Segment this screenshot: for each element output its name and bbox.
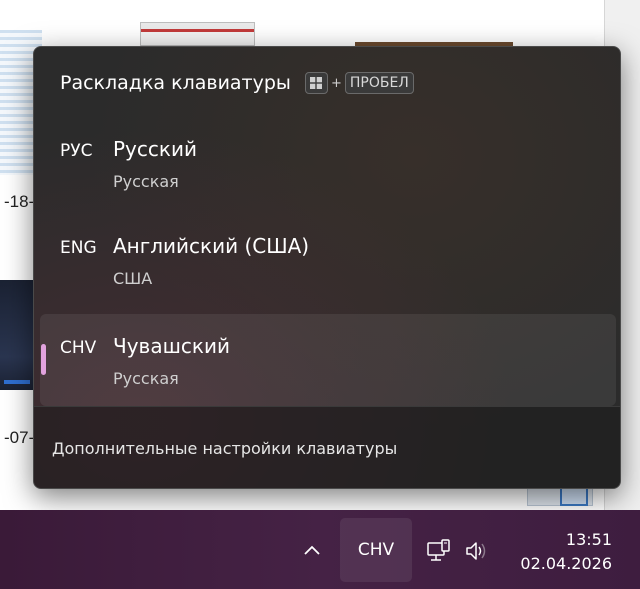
network-icon[interactable] — [424, 536, 454, 566]
layout-item-eng[interactable]: ENG Английский (США) США — [40, 214, 616, 306]
more-keyboard-settings-link[interactable]: Дополнительные настройки клавиатуры — [52, 439, 397, 458]
clock-time: 13:51 — [565, 530, 612, 549]
input-language-button[interactable]: CHV — [340, 518, 412, 582]
windows-key-icon — [304, 72, 328, 94]
layout-keyboard-name: Русская — [113, 172, 179, 191]
background-label: -18- — [4, 192, 35, 211]
layout-item-rus[interactable]: РУС Русский Русская — [40, 117, 616, 209]
selected-indicator — [41, 344, 46, 375]
layout-language-name: Чувашский — [113, 334, 230, 358]
input-language-label: CHV — [357, 540, 395, 560]
volume-icon[interactable] — [462, 536, 492, 566]
flyout-footer: Дополнительные настройки клавиатуры — [34, 406, 620, 488]
keyboard-layout-flyout: Раскладка клавиатуры + ПРОБЕЛ РУС Русски… — [33, 46, 621, 489]
layout-language-name: Английский (США) — [113, 234, 310, 258]
layout-code: CHV — [60, 338, 97, 358]
thumbnail-webpage — [140, 22, 255, 46]
layout-keyboard-name: США — [113, 269, 153, 288]
flyout-header: Раскладка клавиатуры + ПРОБЕЛ — [60, 69, 414, 97]
layout-code: ENG — [60, 238, 97, 258]
clock[interactable]: 13:51 02.04.2026 — [520, 528, 612, 576]
clock-date: 02.04.2026 — [520, 554, 612, 573]
space-key-label: ПРОБЕЛ — [344, 72, 414, 94]
chevron-up-icon[interactable] — [298, 538, 326, 562]
taskbar: CHV 13:51 02.04.2026 — [0, 510, 640, 589]
shortcut-plus: + — [330, 75, 342, 91]
background-label: -07- — [4, 428, 35, 447]
layout-item-chv[interactable]: CHV Чувашский Русская — [40, 314, 616, 406]
layout-keyboard-name: Русская — [113, 369, 179, 388]
flyout-title: Раскладка клавиатуры — [60, 72, 291, 94]
layout-language-name: Русский — [113, 137, 197, 161]
layout-code: РУС — [60, 141, 93, 161]
shortcut-hint: + ПРОБЕЛ — [304, 72, 414, 94]
